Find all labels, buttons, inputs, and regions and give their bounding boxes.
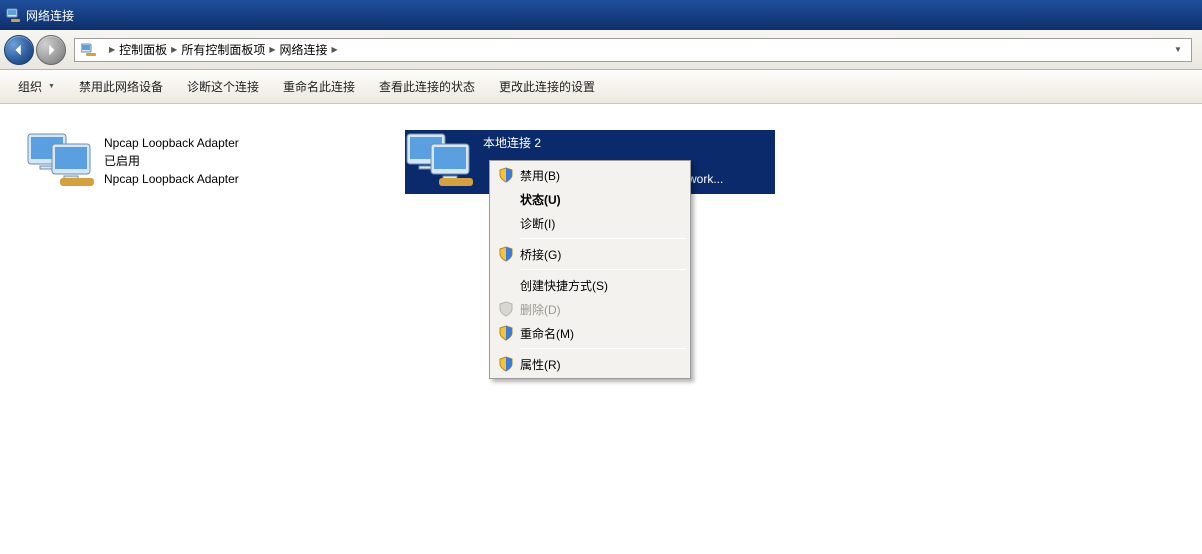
menu-separator (520, 238, 686, 239)
ctx-status[interactable]: 状态(U) (492, 187, 688, 211)
chevron-right-icon: ▶ (171, 45, 177, 54)
connection-name: Npcap Loopback Adapter (104, 134, 239, 152)
chevron-down-icon: ▼ (48, 83, 55, 90)
shield-icon (498, 325, 514, 341)
ctx-bridge[interactable]: 桥接(G) (492, 242, 688, 266)
connection-device: Npcap Loopback Adapter (104, 170, 239, 188)
toolbar-label: 诊断这个连接 (187, 78, 259, 95)
context-menu: 禁用(B) 状态(U) 诊断(I) 桥接(G) 创建快捷方式(S) 删除(D) (489, 160, 691, 379)
forward-button[interactable] (36, 35, 66, 65)
window-title: 网络连接 (26, 7, 74, 24)
view-status-button[interactable]: 查看此连接的状态 (369, 75, 485, 99)
organize-button[interactable]: 组织 ▼ (8, 75, 65, 99)
toolbar-label: 查看此连接的状态 (379, 78, 475, 95)
toolbar-label: 重命名此连接 (283, 78, 355, 95)
menu-label: 禁用(B) (520, 167, 560, 184)
command-bar: 组织 ▼ 禁用此网络设备 诊断这个连接 重命名此连接 查看此连接的状态 更改此连… (0, 70, 1202, 104)
network-icon (6, 7, 22, 23)
title-bar: 网络连接 (0, 0, 1202, 30)
menu-label: 删除(D) (520, 301, 561, 318)
toolbar-label: 禁用此网络设备 (79, 78, 163, 95)
breadcrumb-all-items[interactable]: 所有控制面板项 ▶ (179, 39, 277, 61)
change-settings-button[interactable]: 更改此连接的设置 (489, 75, 605, 99)
shield-disabled-icon (498, 301, 514, 317)
menu-label: 创建快捷方式(S) (520, 277, 608, 294)
network-adapter-icon (26, 132, 98, 188)
connection-name: 本地连接 2 (483, 134, 723, 152)
ctx-shortcut[interactable]: 创建快捷方式(S) (492, 273, 688, 297)
disable-device-button[interactable]: 禁用此网络设备 (69, 75, 173, 99)
menu-label: 诊断(I) (520, 215, 555, 232)
breadcrumb-label: 网络连接 (280, 41, 328, 58)
address-dropdown[interactable]: ▼ (1169, 45, 1187, 54)
connection-state: 已启用 (104, 152, 239, 170)
ctx-rename[interactable]: 重命名(M) (492, 321, 688, 345)
breadcrumb-network-connections[interactable]: 网络连接 ▶ (278, 39, 340, 61)
rename-button[interactable]: 重命名此连接 (273, 75, 365, 99)
chevron-right-icon: ▶ (269, 45, 275, 54)
address-bar[interactable]: ▶ 控制面板 ▶ 所有控制面板项 ▶ 网络连接 ▶ ▼ (74, 38, 1192, 62)
chevron-right-icon: ▶ (332, 45, 338, 54)
breadcrumb-label: 所有控制面板项 (181, 41, 265, 58)
ctx-delete: 删除(D) (492, 297, 688, 321)
toolbar-label: 更改此连接的设置 (499, 78, 595, 95)
toolbar-label: 组织 (18, 78, 42, 95)
content-pane[interactable]: Npcap Loopback Adapter 已启用 Npcap Loopbac… (0, 104, 1202, 554)
connection-item[interactable]: Npcap Loopback Adapter 已启用 Npcap Loopbac… (26, 130, 396, 194)
network-adapter-icon (405, 132, 477, 188)
ctx-disable[interactable]: 禁用(B) (492, 163, 688, 187)
connection-text: Npcap Loopback Adapter 已启用 Npcap Loopbac… (104, 130, 239, 194)
diagnose-button[interactable]: 诊断这个连接 (177, 75, 269, 99)
shield-icon (498, 246, 514, 262)
shield-icon (498, 356, 514, 372)
breadcrumb-control-panel[interactable]: 控制面板 ▶ (117, 39, 179, 61)
menu-label: 状态(U) (520, 191, 561, 208)
menu-label: 属性(R) (520, 356, 561, 373)
back-button[interactable] (4, 35, 34, 65)
menu-label: 重命名(M) (520, 325, 574, 342)
menu-separator (520, 348, 686, 349)
ctx-properties[interactable]: 属性(R) (492, 352, 688, 376)
breadcrumb-arrow[interactable]: ▶ (103, 39, 117, 61)
ctx-diagnose[interactable]: 诊断(I) (492, 211, 688, 235)
breadcrumb-label: 控制面板 (119, 41, 167, 58)
network-icon (81, 42, 97, 58)
shield-icon (498, 167, 514, 183)
menu-separator (520, 269, 686, 270)
menu-label: 桥接(G) (520, 246, 561, 263)
navigation-bar: ▶ 控制面板 ▶ 所有控制面板项 ▶ 网络连接 ▶ ▼ (0, 30, 1202, 70)
